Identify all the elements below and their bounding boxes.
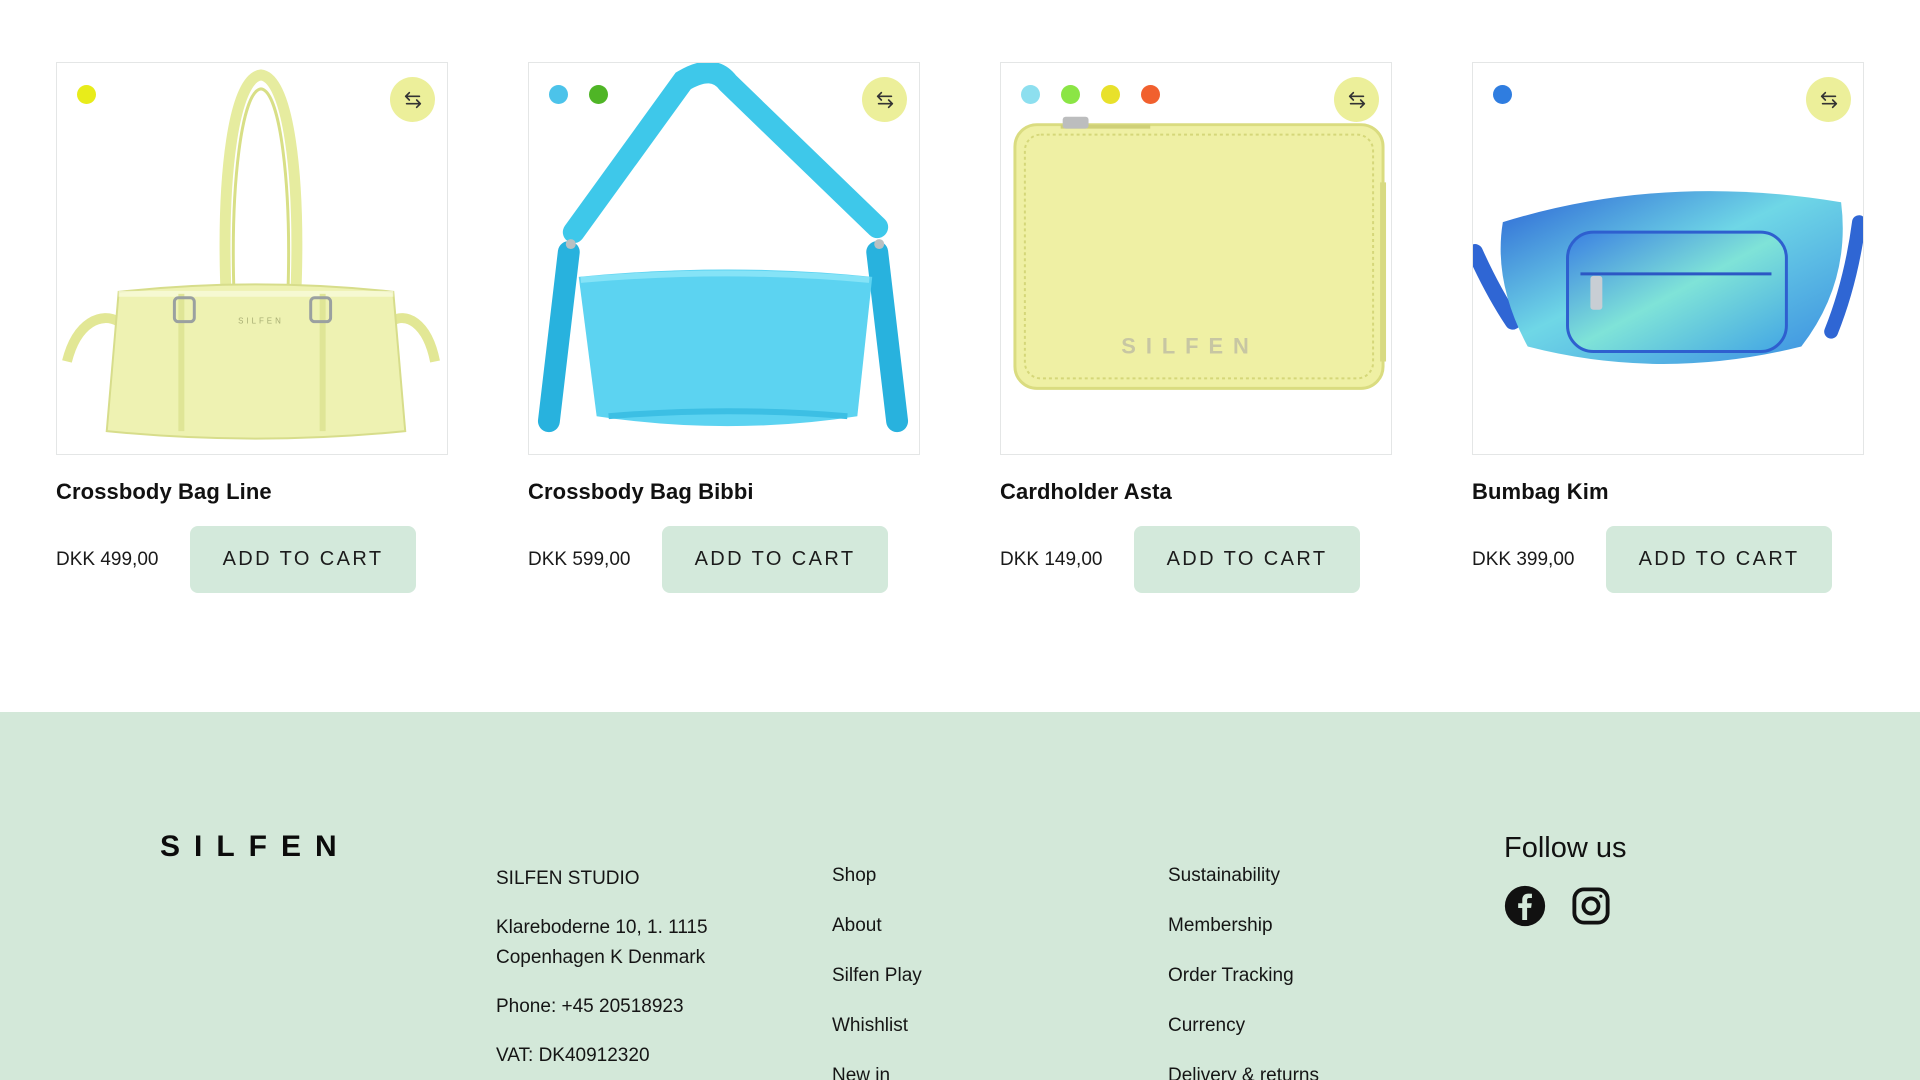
buy-row: DKK 399,00 ADD TO CART	[1472, 526, 1864, 593]
product-price: DKK 149,00	[1000, 548, 1103, 570]
product-card[interactable]: Bumbag Kim DKK 399,00 ADD TO CART	[1472, 62, 1864, 593]
footer-info-links: Sustainability Membership Order Tracking…	[1168, 864, 1319, 1080]
studio-phone: Phone: +45 20518923	[496, 996, 684, 1017]
compare-button[interactable]	[1806, 77, 1851, 122]
product-card[interactable]: SILFEN Cardholder Asta DKK 149,00 ADD TO…	[1000, 62, 1392, 593]
footer-link-shop[interactable]: Shop	[832, 864, 922, 887]
product-image[interactable]	[528, 62, 920, 455]
bag-logo-text: SILFEN	[238, 317, 284, 326]
footer-link-new-in[interactable]: New in	[832, 1064, 922, 1080]
swap-arrows-icon	[876, 91, 893, 108]
color-swatch[interactable]	[77, 85, 96, 104]
product-card[interactable]: Crossbody Bag Bibbi DKK 599,00 ADD TO CA…	[528, 62, 920, 593]
follow-title: Follow us	[1504, 832, 1627, 864]
compare-button[interactable]	[1334, 77, 1379, 122]
color-swatches	[77, 85, 96, 104]
product-name[interactable]: Crossbody Bag Bibbi	[528, 479, 920, 505]
studio-name: SILFEN STUDIO	[496, 868, 640, 889]
color-swatch[interactable]	[1101, 85, 1120, 104]
add-to-cart-button[interactable]: ADD TO CART	[1606, 526, 1832, 593]
yellow-patent-shoulder-bag-image: SILFEN	[62, 69, 440, 440]
footer-link-wishlist[interactable]: Whishlist	[832, 1014, 922, 1037]
footer-link-order-tracking[interactable]: Order Tracking	[1168, 964, 1319, 987]
color-swatch[interactable]	[549, 85, 568, 104]
color-swatches	[1021, 85, 1160, 104]
color-swatch[interactable]	[1141, 85, 1160, 104]
buy-row: DKK 149,00 ADD TO CART	[1000, 526, 1392, 593]
compare-button[interactable]	[862, 77, 907, 122]
blue-nylon-shoulder-bag-image	[537, 63, 909, 433]
footer-link-membership[interactable]: Membership	[1168, 914, 1319, 937]
footer-link-delivery-returns[interactable]: Delivery & returns	[1168, 1064, 1319, 1080]
add-to-cart-button[interactable]: ADD TO CART	[1134, 526, 1360, 593]
social-links	[1504, 885, 1627, 927]
color-swatch[interactable]	[1061, 85, 1080, 104]
footer-link-silfen-play[interactable]: Silfen Play	[832, 964, 922, 987]
swap-arrows-icon	[1348, 91, 1365, 108]
product-image[interactable]: SILFEN	[56, 62, 448, 455]
product-price: DKK 399,00	[1472, 548, 1575, 570]
color-swatches	[1493, 85, 1512, 104]
swap-arrows-icon	[1820, 91, 1837, 108]
blue-gradient-bumbag-image	[1473, 191, 1863, 364]
cardholder-logo-text: SILFEN	[1121, 334, 1258, 359]
site-footer: SILFEN SILFEN STUDIO Klareboderne 10, 1.…	[0, 712, 1920, 1080]
product-price: DKK 599,00	[528, 548, 631, 570]
instagram-icon[interactable]	[1570, 885, 1612, 927]
color-swatch[interactable]	[589, 85, 608, 104]
buy-row: DKK 599,00 ADD TO CART	[528, 526, 920, 593]
color-swatches	[549, 85, 608, 104]
studio-address: Klareboderne 10, 1. 1115 Copenhagen K De…	[496, 917, 708, 968]
compare-button[interactable]	[390, 77, 435, 122]
product-name[interactable]: Cardholder Asta	[1000, 479, 1392, 505]
studio-vat: VAT: DK40912320	[496, 1045, 650, 1066]
color-swatch[interactable]	[1493, 85, 1512, 104]
add-to-cart-button[interactable]: ADD TO CART	[662, 526, 888, 593]
add-to-cart-button[interactable]: ADD TO CART	[190, 526, 416, 593]
footer-link-about[interactable]: About	[832, 914, 922, 937]
brand-logo[interactable]: SILFEN	[160, 830, 351, 864]
swap-arrows-icon	[404, 91, 421, 108]
product-name[interactable]: Crossbody Bag Line	[56, 479, 448, 505]
studio-info: SILFEN STUDIO Klareboderne 10, 1. 1115 C…	[496, 864, 796, 1080]
color-swatch[interactable]	[1021, 85, 1040, 104]
footer-link-currency[interactable]: Currency	[1168, 1014, 1319, 1037]
yellow-patent-cardholder-image: SILFEN	[1013, 116, 1387, 390]
product-image[interactable]	[1472, 62, 1864, 455]
footer-link-sustainability[interactable]: Sustainability	[1168, 864, 1319, 887]
follow-us: Follow us	[1504, 832, 1627, 927]
buy-row: DKK 499,00 ADD TO CART	[56, 526, 448, 593]
product-name[interactable]: Bumbag Kim	[1472, 479, 1864, 505]
product-card[interactable]: SILFEN Crossbody Bag Line DKK 499,00 ADD…	[56, 62, 448, 593]
product-price: DKK 499,00	[56, 548, 159, 570]
product-image[interactable]: SILFEN	[1000, 62, 1392, 455]
footer-shop-links: Shop About Silfen Play Whishlist New in	[832, 864, 922, 1080]
product-grid: SILFEN Crossbody Bag Line DKK 499,00 ADD…	[0, 0, 1920, 712]
facebook-icon[interactable]	[1504, 885, 1546, 927]
